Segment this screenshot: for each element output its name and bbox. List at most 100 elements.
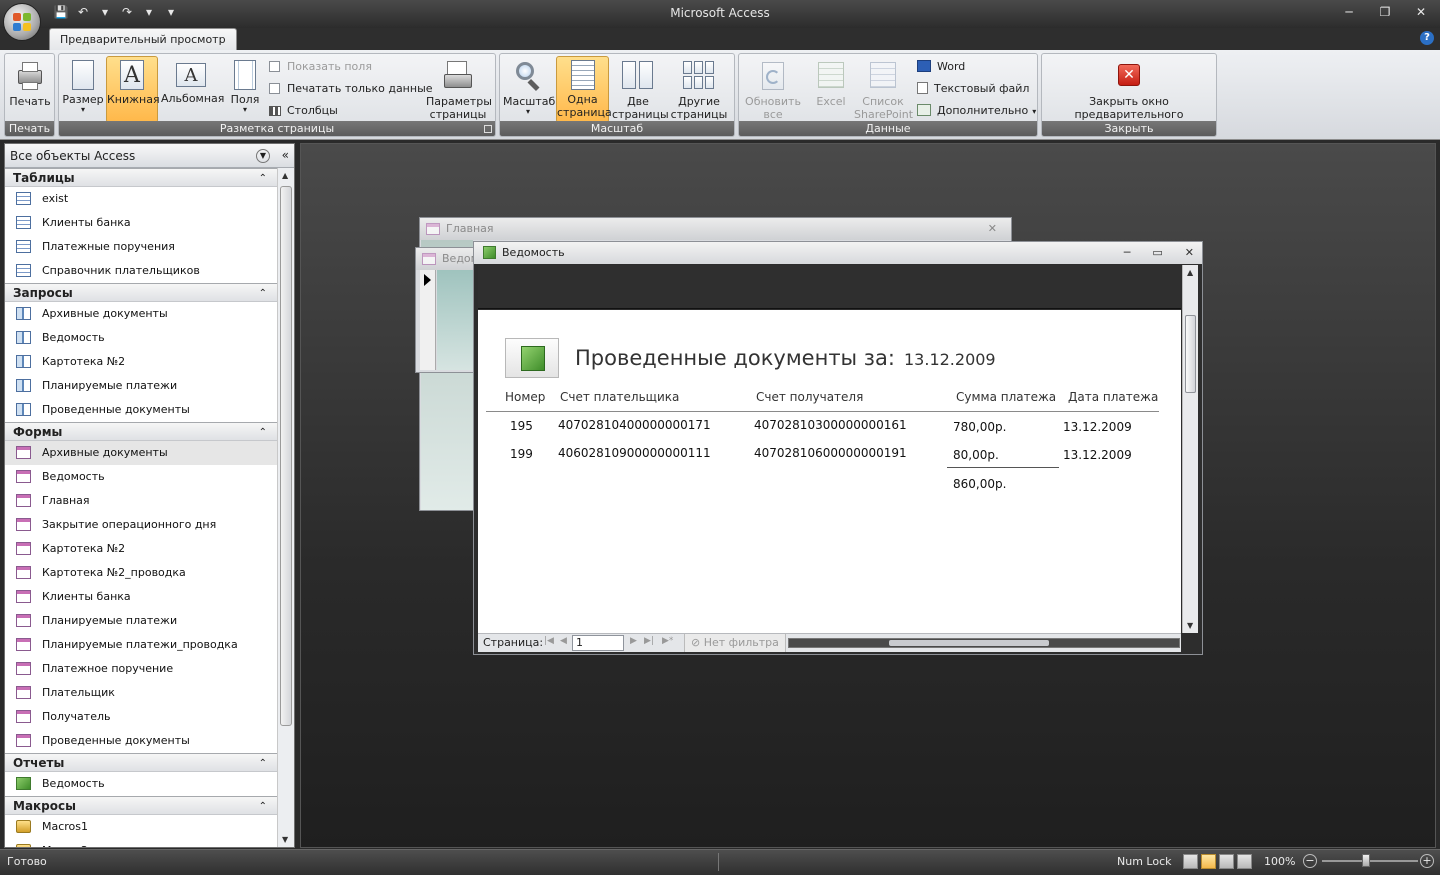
nav-pane-header[interactable]: Все объекты Access ▼ « (5, 144, 294, 168)
nav-item-report[interactable]: Ведомость (5, 772, 277, 796)
report-scroll-thumb[interactable] (1185, 315, 1196, 393)
nav-group-macro[interactable]: Макросы ⌃ (5, 796, 277, 815)
zoom-button[interactable]: Масштаб ▾ (502, 56, 555, 122)
nav-item-form[interactable]: Клиенты банка (5, 585, 277, 609)
first-page-icon[interactable]: |◀ (544, 636, 554, 646)
nav-item-table[interactable]: Клиенты банка (5, 211, 277, 235)
nav-item-form[interactable]: Закрытие операционного дня (5, 513, 277, 537)
one-page-button[interactable]: Одна страница (556, 56, 612, 123)
nav-item-table[interactable]: exist (5, 187, 277, 211)
nav-item-query[interactable]: Архивные документы (5, 302, 277, 326)
next-page-icon[interactable]: ▶ (630, 636, 637, 646)
scroll-down-icon[interactable]: ▼ (1187, 621, 1193, 630)
nav-item-form[interactable]: Картотека №2 (5, 537, 277, 561)
tab-print-preview[interactable]: Предварительный просмотр (49, 28, 237, 50)
margins-button[interactable]: Поля ▾ (225, 56, 265, 122)
zoom-in-icon[interactable]: + (1420, 854, 1434, 868)
nav-scrollbar[interactable]: ▲ ▼ (277, 168, 294, 847)
report-horizontal-scrollbar[interactable] (788, 638, 1180, 648)
nav-item-form[interactable]: Планируемые платежи (5, 609, 277, 633)
close-preview-button[interactable]: ✕ Закрыть окно предварительного просмотр… (1044, 56, 1214, 134)
collapse-group-icon[interactable]: ⌃ (259, 423, 267, 442)
refresh-all-button[interactable]: Обновить все (741, 56, 805, 122)
nav-item-query[interactable]: Планируемые платежи (5, 374, 277, 398)
zoom-slider-thumb[interactable] (1362, 854, 1370, 867)
scroll-down-icon[interactable]: ▼ (282, 835, 288, 844)
nav-group-report[interactable]: Отчеты ⌃ (5, 753, 277, 772)
dialog-launcher-icon[interactable] (484, 125, 492, 133)
zoom-level[interactable]: 100% (1264, 855, 1295, 868)
design-view-icon[interactable] (1237, 854, 1252, 869)
print-preview-view-icon[interactable] (1201, 854, 1216, 869)
nav-item-form[interactable]: Получатель (5, 705, 277, 729)
nav-group-table[interactable]: Таблицы ⌃ (5, 168, 277, 187)
window-statement-form-titlebar[interactable]: Ведом (416, 248, 479, 270)
nav-item-form[interactable]: Проведенные документы (5, 729, 277, 753)
report-preview-window[interactable]: Ведомость ─ ▭ ✕ Проведенные документы за… (473, 241, 1203, 655)
export-word-button[interactable]: Word (917, 57, 965, 77)
show-margins-checkbox[interactable]: Показать поля (269, 57, 372, 77)
portrait-button[interactable]: A Книжная (106, 56, 160, 123)
maximize-icon[interactable]: ▭ (1152, 242, 1162, 264)
window-statement-form[interactable]: Ведом (415, 247, 479, 373)
office-button[interactable] (3, 3, 41, 41)
nav-item-form[interactable]: Ведомость (5, 465, 277, 489)
help-icon[interactable]: ? (1420, 31, 1434, 45)
size-button[interactable]: Размер ▾ (61, 56, 105, 122)
nav-dropdown-icon[interactable]: ▼ (256, 149, 270, 163)
collapse-group-icon[interactable]: ⌃ (259, 754, 267, 773)
minimize-icon[interactable]: ─ (1124, 242, 1131, 264)
collapse-group-icon[interactable]: ⌃ (259, 169, 267, 188)
sharepoint-list-button[interactable]: Список SharePoint (853, 56, 913, 122)
nav-item-query[interactable]: Картотека №2 (5, 350, 277, 374)
nav-item-table[interactable]: Справочник плательщиков (5, 259, 277, 283)
close-icon[interactable]: ✕ (1185, 242, 1194, 264)
shutter-bar-collapse-icon[interactable]: « (282, 148, 289, 162)
collapse-group-icon[interactable]: ⌃ (259, 284, 267, 303)
excel-button[interactable]: Excel (809, 56, 853, 122)
window-main-form-titlebar[interactable]: Главная ✕ (420, 218, 1011, 240)
landscape-button[interactable]: A Альбомная (160, 56, 224, 122)
horizontal-scroll-thumb[interactable] (889, 640, 1049, 646)
restore-icon[interactable]: ❐ (1374, 2, 1396, 22)
columns-button[interactable]: Столбцы (269, 101, 338, 121)
report-vertical-scrollbar[interactable]: ▲ ▼ (1182, 265, 1198, 633)
more-pages-button[interactable]: Другие страницы (667, 56, 731, 122)
nav-item-form[interactable]: Платежное поручение (5, 657, 277, 681)
nav-item-form[interactable]: Плательщик (5, 681, 277, 705)
nav-group-query[interactable]: Запросы ⌃ (5, 283, 277, 302)
export-more-button[interactable]: Дополнительно ▾ (917, 101, 1036, 121)
zoom-out-icon[interactable]: − (1303, 854, 1317, 868)
export-text-file-button[interactable]: Текстовый файл (917, 79, 1029, 99)
close-icon[interactable]: ✕ (1410, 2, 1432, 22)
scroll-up-icon[interactable]: ▲ (282, 171, 288, 180)
report-view-icon[interactable] (1183, 854, 1198, 869)
nav-item-form[interactable]: Планируемые платежи_проводка (5, 633, 277, 657)
print-data-only-checkbox[interactable]: Печатать только данные (269, 79, 433, 99)
close-icon[interactable]: ✕ (988, 218, 997, 240)
nav-item-form[interactable]: Картотека №2_проводка (5, 561, 277, 585)
nav-item-query[interactable]: Проведенные документы (5, 398, 277, 422)
nav-item-form[interactable]: Архивные документы (5, 441, 277, 465)
last-page-icon[interactable]: ▶| (644, 636, 654, 646)
nav-group-form[interactable]: Формы ⌃ (5, 422, 277, 441)
new-record-icon[interactable]: ▶* (662, 636, 673, 646)
minimize-icon[interactable]: ─ (1338, 2, 1360, 22)
nav-item-table[interactable]: Платежные поручения (5, 235, 277, 259)
nav-item-macro[interactable]: Macros2 (5, 839, 277, 847)
layout-view-icon[interactable] (1219, 854, 1234, 869)
nav-scroll-thumb[interactable] (280, 186, 292, 726)
nav-item-form[interactable]: Главная (5, 489, 277, 513)
page-setup-button[interactable]: Параметры страницы (425, 56, 492, 122)
page-number-input[interactable]: 1 (572, 635, 624, 651)
zoom-slider-track[interactable] (1322, 860, 1418, 862)
nav-item-macro[interactable]: Macros1 (5, 815, 277, 839)
print-button[interactable]: Печать (7, 56, 53, 122)
previous-page-icon[interactable]: ◀ (560, 636, 567, 646)
scroll-up-icon[interactable]: ▲ (1187, 268, 1193, 277)
filter-status-button[interactable]: ⊘ Нет фильтра (684, 634, 786, 652)
nav-item-query[interactable]: Ведомость (5, 326, 277, 350)
report-window-titlebar[interactable]: Ведомость ─ ▭ ✕ (474, 242, 1202, 264)
collapse-group-icon[interactable]: ⌃ (259, 797, 267, 816)
two-pages-button[interactable]: Две страницы (611, 56, 669, 122)
